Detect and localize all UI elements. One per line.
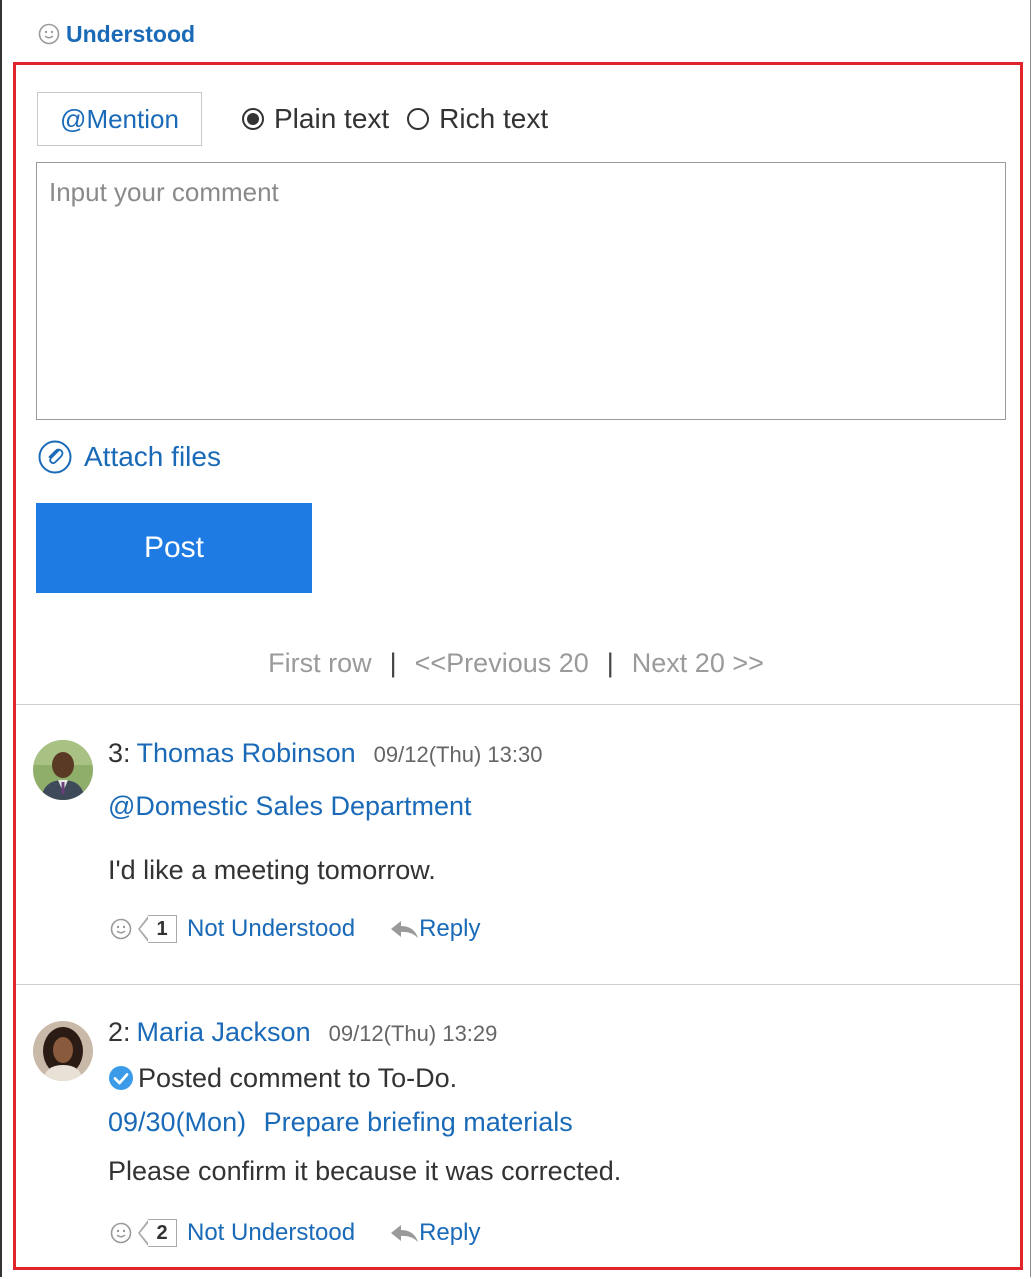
pager-separator: | — [606, 647, 614, 678]
comment-time: 09/12(Thu) 13:30 — [373, 742, 543, 767]
comment-number: 3: — [108, 738, 131, 768]
user-photo-icon — [33, 740, 93, 800]
attach-files-link[interactable]: Attach files — [38, 436, 221, 478]
reply-arrow-icon — [391, 921, 419, 938]
rich-text-radio[interactable]: Rich text — [407, 103, 548, 135]
mention-link[interactable]: @Domestic Sales Department — [108, 791, 472, 822]
reply-arrow-icon — [391, 1225, 419, 1242]
user-photo-icon — [33, 1021, 93, 1081]
reply-link[interactable]: Reply — [389, 915, 480, 943]
todo-note-text: Posted comment to To-Do. — [138, 1063, 458, 1093]
smile-icon — [110, 918, 132, 940]
comment-time: 09/12(Thu) 13:29 — [328, 1021, 498, 1046]
smile-icon — [110, 1222, 132, 1244]
text-format-radio-group: Plain text Rich text — [242, 98, 566, 140]
first-row-link[interactable]: First row — [268, 648, 372, 679]
paperclip-icon — [38, 440, 72, 474]
comment-body: I'd like a meeting tomorrow. — [108, 855, 436, 885]
todo-link[interactable]: 09/30(Mon) Prepare briefing materials — [108, 1107, 573, 1138]
comment-header: 3: Thomas Robinson 09/12(Thu) 13:30 — [108, 738, 542, 774]
not-understood-link[interactable]: Not Understood — [187, 1219, 355, 1247]
avatar[interactable] — [33, 740, 93, 800]
attach-files-label: Attach files — [84, 441, 221, 472]
radio-selected-icon — [242, 108, 264, 130]
reaction-count-badge[interactable]: 2 — [138, 1219, 177, 1247]
pagination: First row | <<Previous 20 | Next 20 >> — [2, 643, 1030, 683]
mention-button[interactable]: @Mention — [37, 92, 202, 146]
understood-link[interactable]: Understood — [38, 20, 195, 48]
reply-link[interactable]: Reply — [389, 1219, 480, 1247]
check-circle-icon — [109, 1066, 133, 1090]
reaction-count: 2 — [148, 1219, 177, 1247]
comment-actions: 2 Not Understood Reply — [110, 1216, 480, 1250]
comment-input[interactable] — [36, 162, 1006, 420]
understood-label: Understood — [66, 20, 196, 47]
not-understood-link[interactable]: Not Understood — [187, 915, 355, 943]
todo-title: Prepare briefing materials — [263, 1107, 573, 1137]
app-frame: Understood @Mention Plain text Rich text… — [0, 0, 1031, 1277]
avatar[interactable] — [33, 1021, 93, 1081]
comment-body: Please confirm it because it was correct… — [108, 1156, 622, 1186]
rich-text-label: Rich text — [439, 103, 549, 134]
smile-icon — [38, 23, 60, 45]
comment-number: 2: — [108, 1017, 131, 1047]
next-20-link[interactable]: Next 20 >> — [632, 648, 764, 679]
reaction-count: 1 — [148, 915, 177, 943]
post-button[interactable]: Post — [36, 503, 312, 593]
radio-unselected-icon — [407, 108, 430, 130]
todo-date: 09/30(Mon) — [108, 1107, 247, 1137]
divider — [16, 704, 1020, 705]
comment-header: 2: Maria Jackson 09/12(Thu) 13:29 — [108, 1017, 497, 1053]
plain-text-radio[interactable]: Plain text — [242, 103, 389, 135]
author-link[interactable]: Maria Jackson — [137, 1017, 311, 1048]
author-link[interactable]: Thomas Robinson — [137, 738, 356, 769]
plain-text-label: Plain text — [274, 103, 390, 134]
pager-separator: | — [389, 647, 397, 678]
comment-actions: 1 Not Understood Reply — [110, 912, 480, 946]
reply-label: Reply — [419, 1219, 481, 1246]
reply-label: Reply — [419, 915, 481, 942]
previous-20-link[interactable]: <<Previous 20 — [415, 648, 589, 679]
todo-note: Posted comment to To-Do. — [108, 1063, 457, 1094]
reaction-count-badge[interactable]: 1 — [138, 915, 177, 943]
divider — [16, 984, 1020, 985]
